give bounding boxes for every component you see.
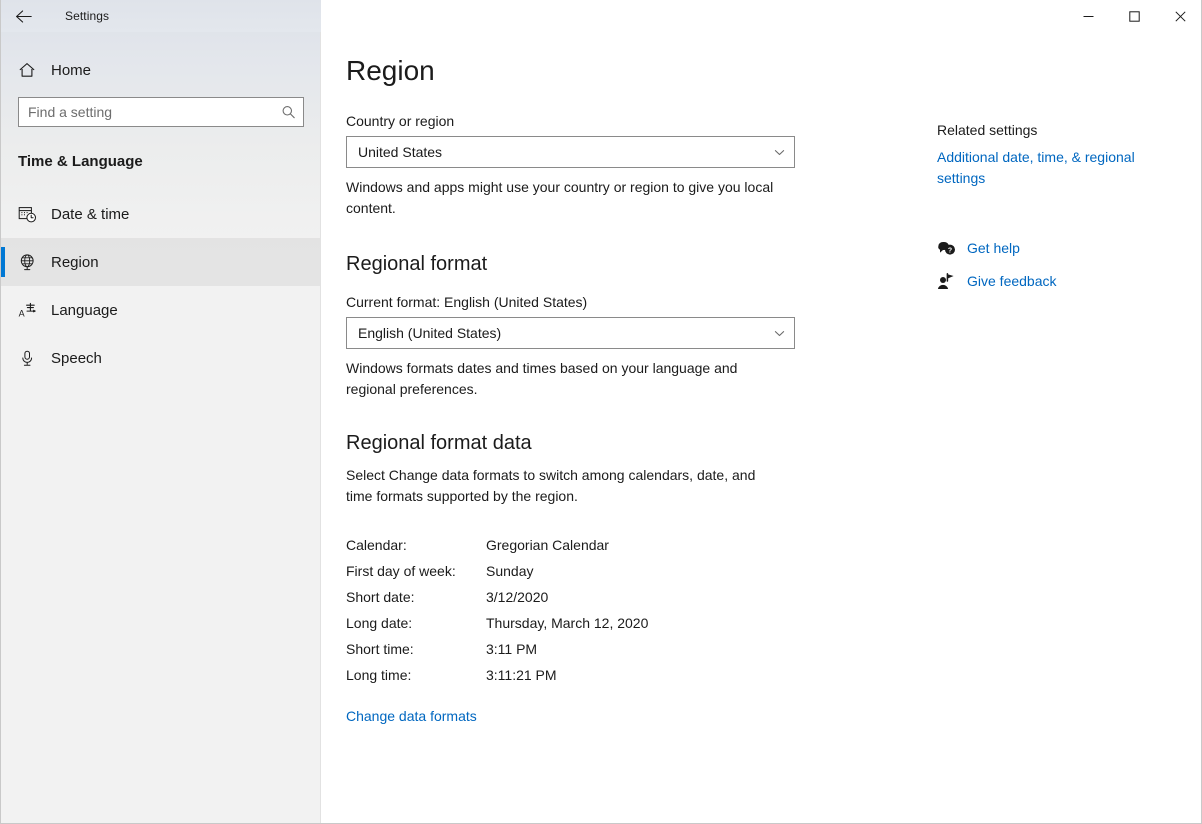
sidebar-item-language-label: Language bbox=[51, 301, 118, 319]
data-row: Short date: 3/12/2020 bbox=[346, 584, 1201, 610]
app-title: Settings bbox=[65, 9, 110, 23]
data-row-key: Short time: bbox=[346, 641, 414, 657]
search-container bbox=[1, 90, 320, 127]
data-row-key: Short date: bbox=[346, 589, 415, 605]
regional-format-value: English (United States) bbox=[358, 325, 502, 341]
search-box[interactable] bbox=[18, 97, 304, 127]
help-bubble-icon: ? bbox=[937, 240, 967, 257]
sidebar-item-date-and-time[interactable]: Date & time bbox=[1, 190, 320, 238]
data-row-value: Sunday bbox=[486, 563, 534, 579]
maximize-button[interactable] bbox=[1111, 0, 1157, 32]
data-row: Short time: 3:11 PM bbox=[346, 636, 1201, 662]
svg-text:A: A bbox=[19, 308, 25, 318]
regional-format-data-list: Calendar: Gregorian Calendar First day o… bbox=[346, 532, 1201, 688]
data-row-key: Calendar: bbox=[346, 537, 407, 553]
country-or-region-value: United States bbox=[358, 144, 443, 160]
main-content: Region Country or region United States W… bbox=[322, 32, 1201, 823]
sidebar-item-language[interactable]: A Language bbox=[1, 286, 320, 334]
data-row-key: First day of week: bbox=[346, 563, 456, 579]
language-icon: A bbox=[18, 301, 44, 320]
sidebar: Home Time & Language bbox=[1, 0, 321, 823]
sidebar-item-speech[interactable]: Speech bbox=[1, 334, 320, 382]
get-help-action[interactable]: ? Get help bbox=[937, 233, 1182, 263]
globe-icon bbox=[18, 253, 44, 272]
sidebar-item-home[interactable]: Home bbox=[1, 50, 320, 90]
country-or-region-description: Windows and apps might use your country … bbox=[346, 179, 774, 216]
get-help-label: Get help bbox=[967, 240, 1020, 256]
related-settings-heading: Related settings bbox=[937, 122, 1038, 138]
give-feedback-action[interactable]: Give feedback bbox=[937, 266, 1182, 296]
additional-date-time-regional-settings-link[interactable]: Additional date, time, & regional settin… bbox=[937, 147, 1165, 189]
sidebar-item-region[interactable]: Region bbox=[1, 238, 320, 286]
data-row-value: Gregorian Calendar bbox=[486, 537, 609, 553]
settings-window: Home Time & Language bbox=[0, 0, 1202, 824]
give-feedback-label: Give feedback bbox=[967, 273, 1057, 289]
feedback-person-icon bbox=[937, 272, 967, 290]
data-row: Calendar: Gregorian Calendar bbox=[346, 532, 1201, 558]
search-input[interactable] bbox=[19, 98, 303, 126]
data-row-value: Thursday, March 12, 2020 bbox=[486, 615, 649, 631]
data-row: Long date: Thursday, March 12, 2020 bbox=[346, 610, 1201, 636]
home-icon bbox=[18, 61, 44, 79]
sidebar-nav: Date & time Region A Language Speech bbox=[1, 190, 320, 382]
data-row-key: Long time: bbox=[346, 667, 412, 683]
regional-format-data-description: Select Change data formats to switch amo… bbox=[346, 467, 756, 504]
regional-format-description: Windows formats dates and times based on… bbox=[346, 360, 738, 397]
current-format-label: Current format: English (United States) bbox=[346, 294, 588, 310]
minimize-button[interactable] bbox=[1065, 0, 1111, 32]
title-bar-left: Settings bbox=[1, 0, 321, 32]
chevron-down-icon bbox=[764, 146, 794, 159]
data-row: Long time: 3:11:21 PM bbox=[346, 662, 1201, 688]
microphone-icon bbox=[18, 349, 44, 368]
data-row: First day of week: Sunday bbox=[346, 558, 1201, 584]
sidebar-item-date-and-time-label: Date & time bbox=[51, 205, 130, 223]
regional-format-data-heading: Regional format data bbox=[346, 432, 532, 454]
sidebar-item-region-label: Region bbox=[51, 253, 99, 271]
regional-format-dropdown[interactable]: English (United States) bbox=[346, 317, 795, 349]
svg-text:?: ? bbox=[948, 247, 952, 254]
sidebar-item-speech-label: Speech bbox=[51, 349, 102, 367]
data-row-key: Long date: bbox=[346, 615, 413, 631]
back-button[interactable] bbox=[1, 0, 47, 32]
sidebar-item-home-label: Home bbox=[51, 61, 92, 79]
close-button[interactable] bbox=[1157, 0, 1201, 32]
rail-actions: ? Get help Give feedback bbox=[937, 233, 1182, 296]
change-data-formats-link[interactable]: Change data formats bbox=[346, 708, 477, 724]
chevron-down-icon bbox=[764, 327, 794, 340]
data-row-value: 3/12/2020 bbox=[486, 589, 549, 605]
calendar-clock-icon bbox=[18, 205, 44, 224]
search-icon bbox=[281, 105, 296, 120]
data-row-value: 3:11:21 PM bbox=[486, 667, 557, 683]
country-or-region-dropdown[interactable]: United States bbox=[346, 136, 795, 168]
back-arrow-icon bbox=[15, 9, 34, 24]
title-bar: Settings bbox=[1, 0, 1201, 32]
window-controls bbox=[321, 0, 1201, 32]
sidebar-category-title: Time & Language bbox=[18, 153, 143, 170]
related-settings-rail: Related settings Additional date, time, … bbox=[937, 54, 1182, 296]
data-row-value: 3:11 PM bbox=[486, 641, 538, 657]
